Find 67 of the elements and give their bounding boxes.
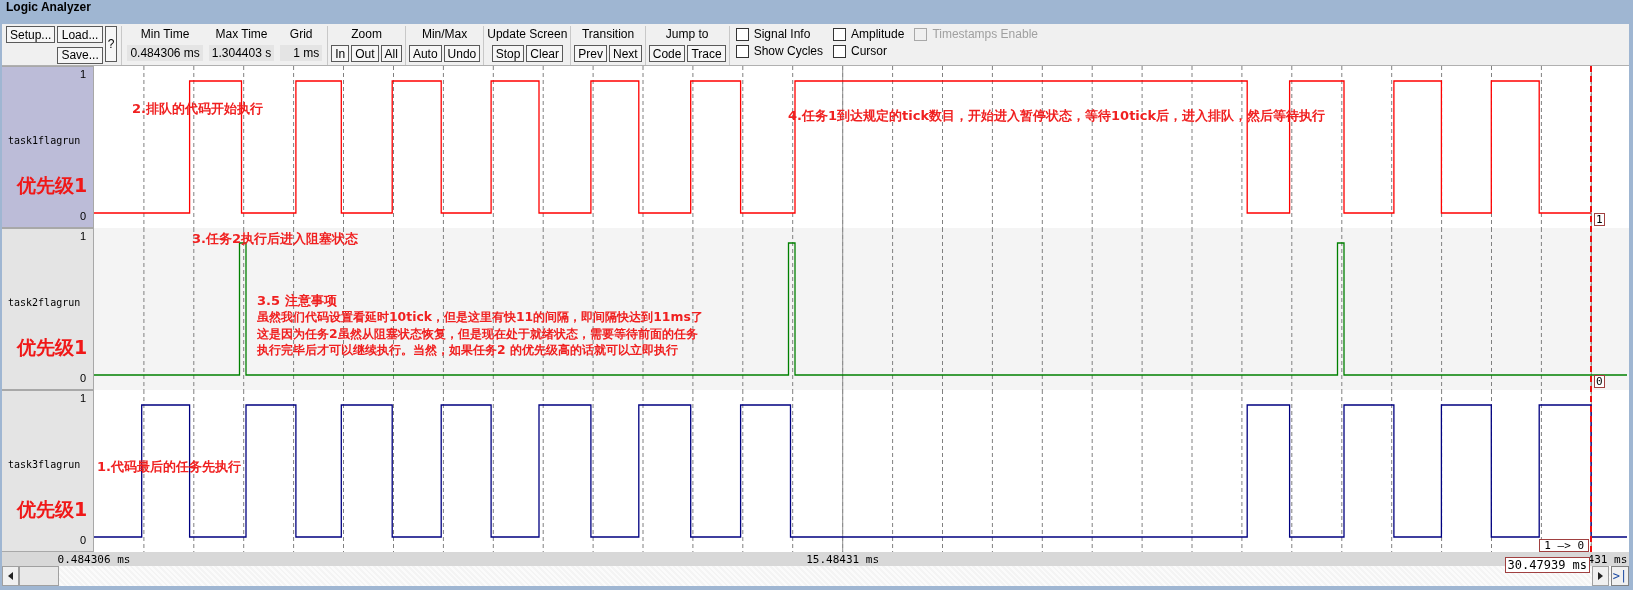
toolbar-button[interactable]: Undo — [443, 45, 481, 62]
time-label: 15.48431 ms — [806, 553, 880, 566]
toolbar-button[interactable]: In — [331, 45, 350, 62]
toolbar-button[interactable]: Clear — [526, 45, 563, 62]
annotation-text: 优先级1 — [17, 497, 88, 522]
level-label: 0 — [79, 372, 86, 384]
signal-label-panel[interactable]: task2flagrun 1 0 优先级1 — [2, 228, 94, 390]
level-label: 0 — [79, 534, 86, 546]
checkbox[interactable] — [833, 27, 846, 41]
field-label: Max Time — [215, 26, 268, 43]
time-label: 0.484306 ms — [57, 553, 131, 566]
scroll-right-button[interactable] — [1592, 566, 1609, 586]
value-field: 1.304403 s — [208, 45, 275, 61]
value-field: 1 ms — [280, 45, 323, 61]
checkbox-label: Timestamps Enable — [932, 27, 1038, 41]
level-label: 1 — [79, 392, 86, 404]
level-label: 1 — [79, 68, 86, 80]
checkbox[interactable] — [735, 27, 749, 41]
checkbox-label: Amplitude — [851, 27, 905, 41]
level-label: 0 — [79, 210, 86, 222]
value-field: 0.484306 ms — [127, 45, 203, 61]
group-title: Update Screen — [487, 26, 568, 43]
signal-name: task2flagrun — [8, 297, 81, 308]
setup-button[interactable]: Setup... — [6, 26, 56, 43]
toolbar-button[interactable]: Auto — [408, 45, 442, 62]
save-button[interactable]: Save... — [57, 46, 103, 64]
right-arrow-icon — [1598, 572, 1603, 580]
scroll-end-button[interactable]: >| — [1611, 566, 1629, 586]
load-button[interactable]: Load... — [57, 26, 103, 43]
signal-label-panel[interactable]: task1flagrun 1 0 优先级1 — [2, 66, 94, 228]
level-label: 1 — [79, 230, 86, 242]
group-title: Transition — [581, 26, 635, 43]
field-label: Grid — [289, 26, 313, 43]
group-title: Zoom — [351, 26, 382, 43]
toolbar-button[interactable]: Stop — [491, 45, 525, 62]
annotation-paragraph: 虽然我们代码设置看延时10tick，但是这里有快11的间隔，即间隔快达到11ms了这是因为任务2虽然从阻塞状态恢复，但是现在处于就绪状态，需要等待前面的任务执行完毕后才可以继续执行。当然，如果任务2 的优先级高的话就可以立即执行 — [257, 309, 703, 360]
field-label: Min Time — [140, 26, 190, 43]
toolbar-button[interactable]: Trace — [687, 45, 726, 62]
toolbar-button[interactable]: All — [380, 45, 402, 62]
annotation-text: 3.任务2执行后进入阻塞状态 — [192, 230, 359, 248]
cursor-line[interactable] — [1590, 66, 1593, 552]
annotation-text: 3.5 注意事项 — [257, 292, 337, 310]
group-title: Jump to — [665, 26, 709, 43]
checkbox-label: Signal Info — [753, 27, 811, 41]
cursor-value: 1 —> 0 — [1539, 539, 1590, 552]
signal-label-panel[interactable]: task3flagrun 1 0 优先级1 — [2, 390, 94, 552]
cursor-time: 30.47939 ms — [1504, 557, 1591, 573]
signal-name: task1flagrun — [8, 135, 81, 146]
annotation-text: 优先级1 — [17, 335, 88, 360]
checkbox-label: Cursor — [851, 44, 887, 58]
checkbox[interactable] — [833, 44, 846, 58]
group-title: Min/Max — [421, 26, 468, 43]
checkbox[interactable] — [735, 44, 749, 58]
annotation-text: 优先级1 — [17, 173, 88, 198]
toolbar-button[interactable]: Next — [609, 45, 642, 62]
checkbox-label: Show Cycles — [753, 44, 823, 58]
toolbar-button[interactable]: Code — [648, 45, 686, 62]
toolbar-button[interactable]: Prev — [574, 45, 608, 62]
scroll-thumb[interactable] — [19, 566, 59, 586]
window-title: Logic Analyzer — [5, 0, 92, 16]
cursor-value: 0 — [1594, 375, 1605, 388]
signal-name: task3flagrun — [8, 459, 81, 470]
toolbar-button[interactable]: Out — [351, 45, 379, 62]
help-button[interactable]: ? — [104, 26, 118, 62]
scroll-left-button[interactable] — [2, 566, 19, 586]
left-arrow-icon — [8, 572, 13, 580]
cursor-value: 1 — [1594, 213, 1605, 226]
